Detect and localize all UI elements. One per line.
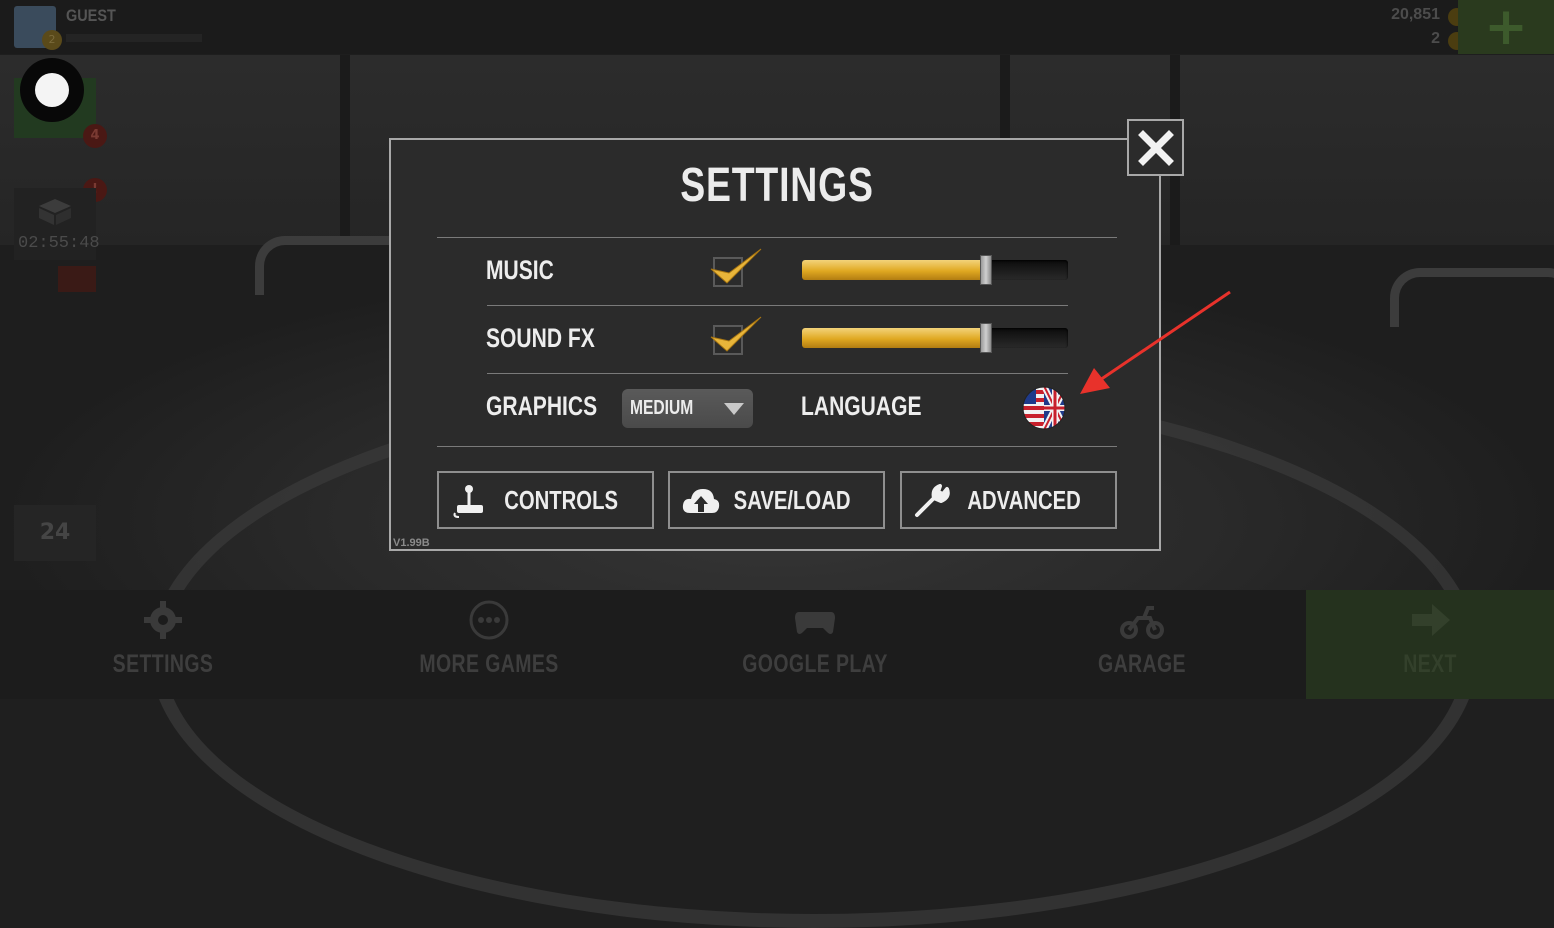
music-volume-slider[interactable] <box>802 255 1068 285</box>
gear-icon <box>144 601 182 639</box>
gold-amount: 2 <box>1431 30 1440 47</box>
nav-google-play[interactable]: GOOGLE PLAY <box>715 598 915 679</box>
top-hud-bar <box>0 0 1554 54</box>
background-rail <box>1390 268 1554 327</box>
close-button[interactable] <box>1127 119 1184 176</box>
music-checkbox[interactable] <box>710 248 762 287</box>
notification-count-badge: 4 <box>83 124 107 148</box>
advanced-button-label: ADVANCED <box>967 485 1081 515</box>
music-volume-fill <box>802 260 986 280</box>
motorbike-icon <box>1120 606 1164 639</box>
dialog-title: SETTINGS <box>680 159 874 212</box>
crate-timer: 02:55:48 <box>18 234 100 253</box>
music-label: MUSIC <box>486 255 554 285</box>
divider <box>437 446 1117 447</box>
add-currency-button[interactable]: + <box>1458 0 1554 54</box>
soundfx-volume-fill <box>802 328 986 348</box>
graphics-label: GRAPHICS <box>486 391 598 421</box>
soundfx-checkbox[interactable] <box>710 316 762 355</box>
divider <box>487 373 1068 374</box>
nav-garage[interactable]: GARAGE <box>1042 598 1242 679</box>
controls-button-label: CONTROLS <box>504 485 618 515</box>
nav-label: MORE GAMES <box>419 650 559 678</box>
close-icon <box>1137 129 1174 166</box>
cash-amount: 20,851 <box>1391 6 1440 23</box>
soundfx-volume-slider[interactable] <box>802 323 1068 353</box>
ellipsis-icon <box>469 600 509 640</box>
soundfx-label: SOUND FX <box>486 323 595 353</box>
player-level-badge: 2 <box>42 30 62 50</box>
arrow-right-icon <box>1412 604 1450 636</box>
background-pillar <box>340 55 350 245</box>
record-dot-icon <box>35 73 69 107</box>
checkmark-icon <box>710 316 762 352</box>
graphics-dropdown-value: MEDIUM <box>630 397 694 419</box>
save-load-button-label: SAVE/LOAD <box>733 485 851 515</box>
annotation-arrow-icon <box>1080 290 1231 394</box>
divider <box>487 305 1068 306</box>
nav-label: GOOGLE PLAY <box>742 650 888 678</box>
advanced-button[interactable]: ADVANCED <box>900 471 1117 529</box>
checkmark-icon <box>710 248 762 284</box>
crate-icon <box>39 199 71 225</box>
xp-bar <box>66 34 202 42</box>
player-name: GUEST <box>66 6 116 25</box>
version-label: V1.99B <box>393 537 430 549</box>
soundfx-volume-thumb[interactable] <box>979 323 992 353</box>
daily-reward-tile[interactable]: 24 <box>14 505 96 561</box>
language-label: LANGUAGE <box>801 391 922 421</box>
chevron-down-icon <box>724 403 744 415</box>
music-volume-thumb[interactable] <box>979 255 992 285</box>
controls-button[interactable]: CONTROLS <box>437 471 654 529</box>
side-red-tile <box>58 266 96 292</box>
nav-more-games[interactable]: MORE GAMES <box>389 598 589 679</box>
nav-settings[interactable]: SETTINGS <box>63 598 263 679</box>
save-load-button[interactable]: SAVE/LOAD <box>668 471 885 529</box>
nav-next[interactable]: NEXT <box>1330 598 1530 679</box>
screen-record-button[interactable] <box>20 58 84 122</box>
gamepad-icon <box>795 612 835 634</box>
nav-label: SETTINGS <box>112 650 214 678</box>
graphics-dropdown[interactable]: MEDIUM <box>622 389 753 428</box>
uk-us-flag-icon[interactable] <box>1022 386 1066 430</box>
nav-label: NEXT <box>1403 650 1457 678</box>
nav-label: GARAGE <box>1098 650 1186 678</box>
divider <box>437 237 1117 238</box>
